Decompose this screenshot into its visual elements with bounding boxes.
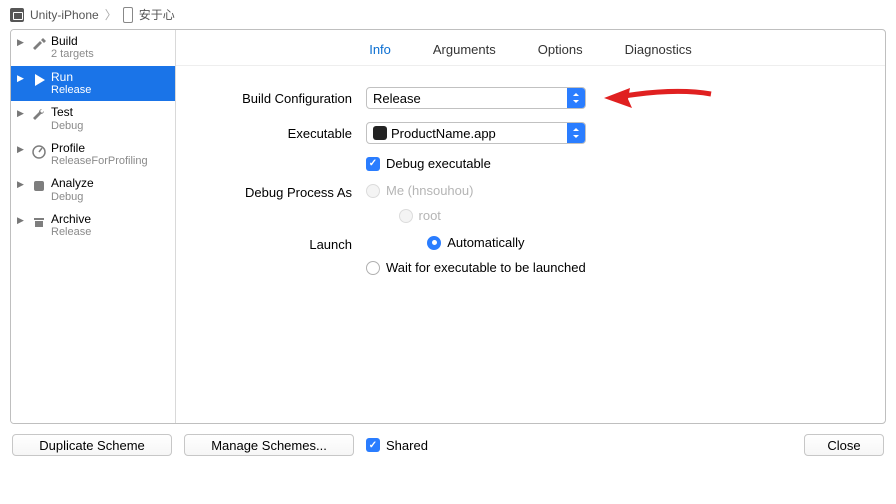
device-icon [123, 7, 133, 23]
scheme-content: Info Arguments Options Diagnostics Build… [176, 30, 885, 423]
sidebar-item-subtitle: Release [51, 84, 91, 97]
disclosure-triangle-icon[interactable]: ▶ [17, 37, 27, 48]
sidebar-item-subtitle: Debug [51, 191, 94, 204]
chevron-right-icon: 〉 [105, 6, 117, 23]
debug-process-root-label: root [419, 208, 441, 223]
sidebar-item-label: Archive [51, 212, 91, 226]
hammer-icon [27, 35, 51, 53]
shared-checkbox[interactable]: ✓ Shared [366, 438, 428, 453]
sidebar-item-label: Test [51, 105, 83, 119]
sidebar-item-label: Build [51, 34, 94, 48]
radio-circle-icon [427, 236, 441, 250]
executable-value: ProductName.app [391, 126, 496, 141]
updown-caret-icon [567, 88, 585, 108]
tab-arguments[interactable]: Arguments [433, 42, 496, 57]
tab-info[interactable]: Info [369, 42, 391, 57]
close-button[interactable]: Close [804, 434, 884, 456]
debug-process-me-radio: Me (hnsouhou) [366, 183, 473, 198]
sidebar-item-subtitle: Release [51, 226, 91, 239]
executable-label: Executable [186, 126, 366, 141]
red-arrow-annotation [596, 86, 706, 110]
manage-schemes-button[interactable]: Manage Schemes... [184, 434, 354, 456]
scheme-sidebar: ▶ Build 2 targets ▶ Run Release ▶ [11, 30, 176, 423]
disclosure-triangle-icon[interactable]: ▶ [17, 73, 27, 84]
app-icon [373, 126, 387, 140]
debug-executable-label: Debug executable [386, 156, 491, 171]
tab-diagnostics[interactable]: Diagnostics [625, 42, 692, 57]
launch-auto-label: Automatically [447, 235, 524, 250]
executable-select[interactable]: ProductName.app [366, 122, 586, 144]
launch-label: Launch [186, 235, 366, 252]
tab-bar: Info Arguments Options Diagnostics [176, 30, 885, 66]
launch-auto-radio[interactable]: Automatically [427, 235, 524, 250]
checkbox-checked-icon: ✓ [366, 157, 380, 171]
info-form: Build Configuration Release [176, 66, 885, 307]
disclosure-triangle-icon[interactable]: ▶ [17, 144, 27, 155]
sidebar-item-build[interactable]: ▶ Build 2 targets [11, 30, 175, 66]
sidebar-item-profile[interactable]: ▶ Profile ReleaseForProfiling [11, 137, 175, 173]
breadcrumb: Unity-iPhone 〉 安于心 [0, 0, 896, 29]
launch-wait-radio[interactable]: Wait for executable to be launched [366, 260, 586, 275]
sidebar-item-subtitle: ReleaseForProfiling [51, 155, 148, 168]
wrench-icon [27, 106, 51, 124]
sidebar-item-analyze[interactable]: ▶ Analyze Debug [11, 172, 175, 208]
duplicate-scheme-button[interactable]: Duplicate Scheme [12, 434, 172, 456]
launch-wait-label: Wait for executable to be launched [386, 260, 586, 275]
breadcrumb-device[interactable]: 安于心 [139, 6, 175, 23]
sidebar-item-subtitle: 2 targets [51, 48, 94, 61]
breadcrumb-project[interactable]: Unity-iPhone [30, 8, 99, 22]
build-configuration-select[interactable]: Release [366, 87, 586, 109]
sidebar-item-label: Run [51, 70, 91, 84]
radio-circle-icon [366, 261, 380, 275]
radio-circle-icon [366, 184, 380, 198]
sidebar-item-label: Profile [51, 141, 148, 155]
disclosure-triangle-icon[interactable]: ▶ [17, 179, 27, 190]
bottom-bar: Duplicate Scheme Manage Schemes... ✓ Sha… [0, 424, 896, 466]
checkbox-checked-icon: ✓ [366, 438, 380, 452]
build-configuration-value: Release [373, 91, 421, 106]
play-icon [27, 71, 51, 89]
disclosure-triangle-icon[interactable]: ▶ [17, 108, 27, 119]
sidebar-item-label: Analyze [51, 176, 94, 190]
debug-process-as-label: Debug Process As [186, 183, 366, 200]
updown-caret-icon [567, 123, 585, 143]
debug-executable-checkbox[interactable]: ✓ Debug executable [366, 156, 491, 171]
sidebar-item-archive[interactable]: ▶ Archive Release [11, 208, 175, 244]
analyze-icon [27, 177, 51, 195]
archive-icon [27, 213, 51, 231]
sidebar-item-run[interactable]: ▶ Run Release [11, 66, 175, 102]
debug-process-root-radio: root [399, 208, 441, 223]
disclosure-triangle-icon[interactable]: ▶ [17, 215, 27, 226]
scheme-editor-sheet: ▶ Build 2 targets ▶ Run Release ▶ [10, 29, 886, 424]
sidebar-item-subtitle: Debug [51, 120, 83, 133]
tab-options[interactable]: Options [538, 42, 583, 57]
shared-label: Shared [386, 438, 428, 453]
radio-circle-icon [399, 209, 413, 223]
sidebar-item-test[interactable]: ▶ Test Debug [11, 101, 175, 137]
debug-process-me-label: Me (hnsouhou) [386, 183, 473, 198]
build-configuration-label: Build Configuration [186, 91, 366, 106]
gauge-icon [27, 142, 51, 160]
project-icon [10, 8, 24, 22]
